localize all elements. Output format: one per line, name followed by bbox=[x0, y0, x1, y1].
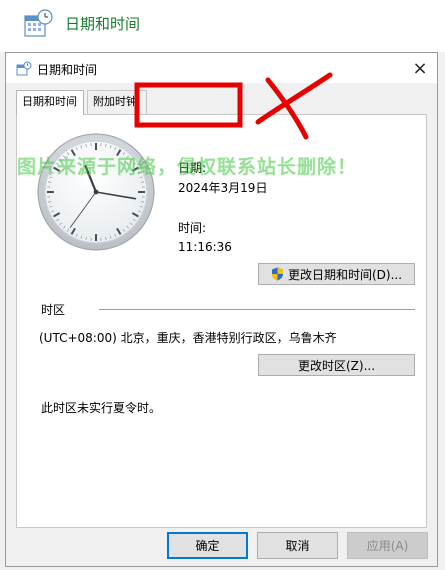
ok-button[interactable]: 确定 bbox=[167, 532, 248, 559]
datetime-dialog: 日期和时间 × 日期和时间 附加时钟 日期: 2024年3月19日 时间: 11… bbox=[5, 52, 438, 567]
dst-note: 此时区未实行夏令时。 bbox=[41, 401, 162, 415]
uac-shield-icon bbox=[271, 267, 283, 281]
date-value: 2024年3月19日 bbox=[178, 181, 268, 195]
close-button[interactable]: × bbox=[403, 53, 437, 83]
control-panel-header: 日期和时间 bbox=[0, 0, 445, 52]
control-panel-link-datetime[interactable]: 日期和时间 bbox=[65, 13, 140, 34]
timezone-value: (UTC+08:00) 北京，重庆，香港特别行政区，乌鲁木齐 bbox=[39, 331, 337, 345]
close-icon: × bbox=[412, 57, 428, 79]
time-label: 时间: bbox=[178, 221, 207, 235]
dialog-title: 日期和时间 bbox=[37, 63, 98, 77]
dialog-titlebar[interactable]: 日期和时间 × bbox=[6, 53, 437, 83]
change-datetime-button[interactable]: 更改日期和时间(D)... bbox=[258, 263, 415, 285]
timezone-section-label: 时区 bbox=[41, 303, 66, 317]
calendar-clock-icon bbox=[16, 61, 32, 76]
apply-button[interactable]: 应用(A) bbox=[347, 532, 428, 559]
cancel-button[interactable]: 取消 bbox=[257, 532, 338, 559]
change-timezone-label: 更改时区(Z)... bbox=[297, 358, 376, 373]
time-value: 11:16:36 bbox=[178, 240, 232, 254]
analog-clock bbox=[37, 133, 155, 251]
tab-additional-clocks[interactable]: 附加时钟 bbox=[87, 90, 147, 114]
timezone-divider bbox=[99, 309, 415, 310]
change-timezone-button[interactable]: 更改时区(Z)... bbox=[258, 354, 415, 376]
tab-datetime[interactable]: 日期和时间 bbox=[16, 90, 84, 115]
change-datetime-label: 更改日期和时间(D)... bbox=[287, 267, 403, 282]
watermark-text: 图片来源于网络，侵权联系站长删除！ bbox=[17, 156, 358, 178]
calendar-clock-icon bbox=[24, 9, 53, 37]
